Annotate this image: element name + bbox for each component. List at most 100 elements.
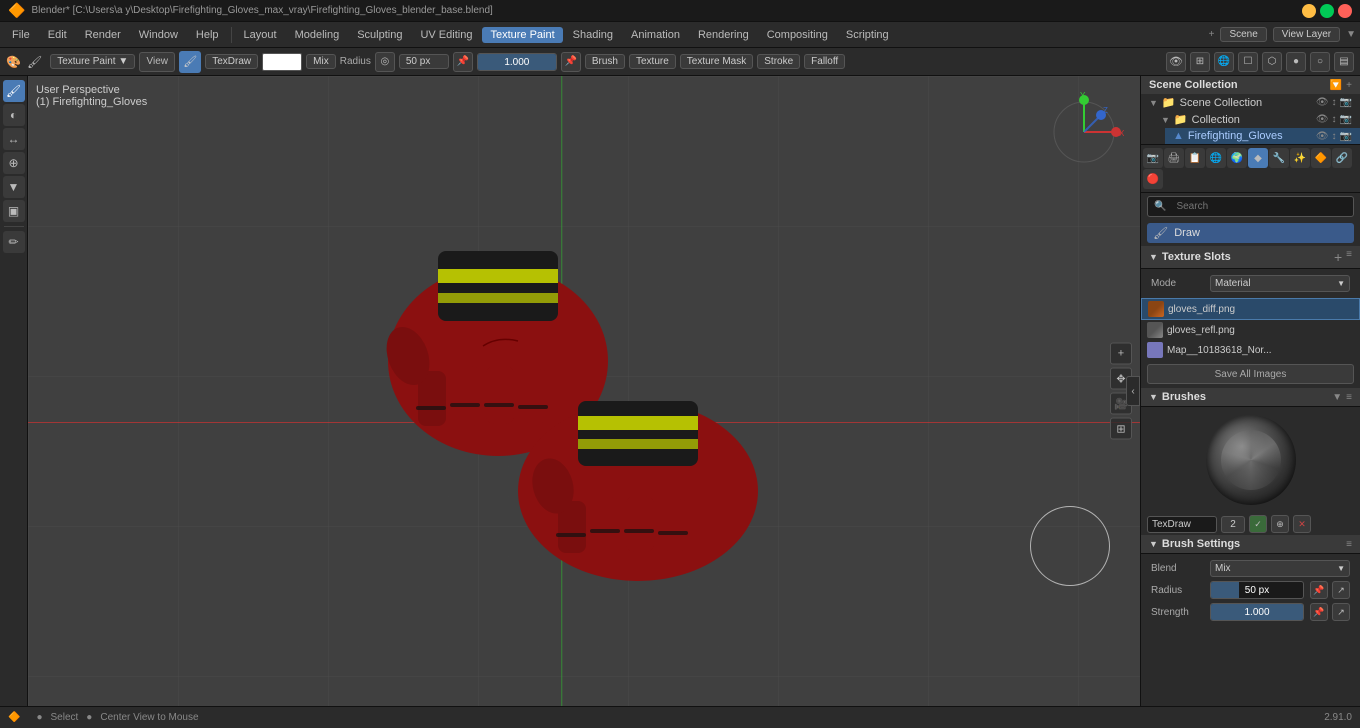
- tab-uv-editing[interactable]: UV Editing: [412, 27, 480, 43]
- soften-tool[interactable]: ◐: [3, 104, 25, 126]
- brush-name-display[interactable]: TexDraw: [205, 54, 258, 69]
- brush-copy-icon[interactable]: ⊕: [1271, 515, 1289, 533]
- prop-world-icon[interactable]: 🌍: [1227, 148, 1247, 168]
- obj-view-icon[interactable]: 👁: [1316, 131, 1329, 142]
- prop-constraints-icon[interactable]: 🔗: [1332, 148, 1352, 168]
- brush-num-input[interactable]: [1221, 516, 1245, 533]
- object-row[interactable]: ▲ Firefighting_Gloves 👁 ↕ 📷: [1165, 128, 1360, 144]
- tab-layout[interactable]: Layout: [236, 27, 285, 43]
- texture-slot-0[interactable]: gloves_diff.png: [1141, 298, 1360, 320]
- prop-scene-icon[interactable]: 🌐: [1206, 148, 1226, 168]
- strength-bar-settings[interactable]: 1.000: [1210, 603, 1304, 621]
- texture-mask-btn[interactable]: Texture Mask: [680, 54, 753, 69]
- strength-curve-icon[interactable]: ↗: [1332, 603, 1350, 621]
- render-icon[interactable]: ▼: [1346, 29, 1356, 40]
- blender-icon-status[interactable]: 🔶: [8, 712, 20, 723]
- tab-rendering[interactable]: Rendering: [690, 27, 757, 43]
- view-menu-btn[interactable]: View: [139, 52, 175, 72]
- outliner-filter-icon[interactable]: 🔽: [1330, 80, 1342, 91]
- strength-container[interactable]: 1.000: [477, 53, 557, 71]
- menu-help[interactable]: Help: [188, 27, 227, 43]
- draw-tool[interactable]: 🖌: [3, 80, 25, 102]
- prop-physics-icon[interactable]: 🔶: [1311, 148, 1331, 168]
- select-icon[interactable]: ↕: [1332, 97, 1337, 108]
- paint-icon[interactable]: 🖌: [27, 55, 42, 69]
- texture-paint-mode[interactable]: Texture Paint ▼: [50, 54, 135, 69]
- scene-collection-row[interactable]: ▼ 📁 Scene Collection 👁 ↕ 📷: [1141, 94, 1360, 111]
- mode-dropdown[interactable]: Material ▼: [1210, 275, 1350, 292]
- draw-row[interactable]: 🖌 Draw: [1147, 223, 1354, 243]
- prop-object-icon[interactable]: ◆: [1248, 148, 1268, 168]
- head-icon-6[interactable]: ●: [1286, 52, 1306, 72]
- brush-check-icon[interactable]: ✓: [1249, 515, 1267, 533]
- radius-pin[interactable]: 📌: [453, 52, 473, 72]
- prop-particles-icon[interactable]: ✨: [1290, 148, 1310, 168]
- view-layer-selector[interactable]: View Layer: [1273, 27, 1340, 42]
- texture-slots-header[interactable]: ▼ Texture Slots + ≡: [1141, 246, 1360, 269]
- brush-delete-icon[interactable]: ✕: [1293, 515, 1311, 533]
- menu-edit[interactable]: Edit: [40, 27, 75, 43]
- scene-selector[interactable]: Scene: [1220, 27, 1266, 42]
- texture-settings-btn[interactable]: Texture: [629, 54, 676, 69]
- head-icon-2[interactable]: ⊞: [1190, 52, 1210, 72]
- prop-output-icon[interactable]: 🖨: [1164, 148, 1184, 168]
- close-button[interactable]: [1338, 4, 1352, 18]
- coll-view-icon[interactable]: 👁: [1316, 114, 1329, 125]
- viewport[interactable]: User Perspective (1) Firefighting_Gloves: [28, 76, 1140, 706]
- strength-pin[interactable]: 📌: [561, 52, 581, 72]
- brushes-menu-icon[interactable]: ≡: [1346, 392, 1352, 403]
- radius-bar[interactable]: 50 px: [1210, 581, 1304, 599]
- obj-render-icon[interactable]: 📷: [1340, 131, 1352, 142]
- texture-slot-1[interactable]: gloves_refl.png: [1141, 320, 1360, 340]
- menu-file[interactable]: File: [4, 27, 38, 43]
- search-input[interactable]: [1170, 199, 1347, 214]
- zoom-in-icon[interactable]: +: [1110, 343, 1132, 365]
- grid-icon[interactable]: ⊞: [1110, 418, 1132, 440]
- smear-tool[interactable]: ↔: [3, 128, 25, 150]
- brush-name-input[interactable]: [1147, 516, 1217, 533]
- brushes-header[interactable]: ▼ Brushes ▼ ≡: [1141, 388, 1360, 407]
- obj-select-icon[interactable]: ↕: [1332, 131, 1337, 142]
- menu-render[interactable]: Render: [77, 27, 129, 43]
- viewport-gizmo[interactable]: X Y Z: [1044, 92, 1124, 172]
- prop-modifier-icon[interactable]: 🔧: [1269, 148, 1289, 168]
- mask-tool[interactable]: ▣: [3, 200, 25, 222]
- head-icon-4[interactable]: ☐: [1238, 52, 1258, 72]
- render-icon[interactable]: 📷: [1340, 97, 1352, 108]
- stroke-btn[interactable]: Stroke: [757, 54, 800, 69]
- brush-preview-circle[interactable]: [1206, 415, 1296, 505]
- outliner-add-icon[interactable]: +: [1346, 80, 1352, 91]
- prop-view-layer-icon[interactable]: 📋: [1185, 148, 1205, 168]
- collection-row[interactable]: ▼ 📁 Collection 👁 ↕ 📷: [1153, 111, 1360, 128]
- right-panel-scroll[interactable]: ▼ Texture Slots + ≡ Mode: [1141, 246, 1360, 706]
- tab-shading[interactable]: Shading: [565, 27, 621, 43]
- head-icon-8[interactable]: ▤: [1334, 52, 1354, 72]
- tab-scripting[interactable]: Scripting: [838, 27, 897, 43]
- brush-settings-header[interactable]: ▼ Brush Settings ≡: [1141, 535, 1360, 554]
- search-bar-container[interactable]: 🔍: [1147, 196, 1354, 217]
- brush-settings-menu[interactable]: ≡: [1346, 539, 1352, 550]
- fill-tool[interactable]: ▼: [3, 176, 25, 198]
- blend-dropdown[interactable]: Mix ▼: [1210, 560, 1350, 577]
- prop-material-icon[interactable]: 🔴: [1143, 169, 1163, 189]
- ts-add-icon[interactable]: +: [1334, 249, 1342, 265]
- head-icon-5[interactable]: ⬡: [1262, 52, 1282, 72]
- radius-icon[interactable]: ◎: [375, 52, 395, 72]
- falloff-btn[interactable]: Falloff: [804, 54, 845, 69]
- maximize-button[interactable]: [1320, 4, 1334, 18]
- color-picker[interactable]: [262, 53, 302, 71]
- tab-animation[interactable]: Animation: [623, 27, 688, 43]
- head-icon-1[interactable]: 👁: [1166, 52, 1186, 72]
- head-icon-3[interactable]: 🌐: [1214, 52, 1234, 72]
- n-panel-toggle[interactable]: ‹: [1126, 376, 1140, 406]
- tab-modeling[interactable]: Modeling: [287, 27, 348, 43]
- unknown-tool-1[interactable]: ✏: [3, 231, 25, 253]
- clone-tool[interactable]: ⊕: [3, 152, 25, 174]
- brush-settings-btn[interactable]: Brush: [585, 54, 625, 69]
- view-icon[interactable]: 👁: [1316, 97, 1329, 108]
- tab-sculpting[interactable]: Sculpting: [349, 27, 410, 43]
- texture-slot-2[interactable]: Map__10183618_Nor...: [1141, 340, 1360, 360]
- minimize-button[interactable]: [1302, 4, 1316, 18]
- coll-render-icon[interactable]: 📷: [1340, 114, 1352, 125]
- radius-lock-icon[interactable]: 📌: [1310, 581, 1328, 599]
